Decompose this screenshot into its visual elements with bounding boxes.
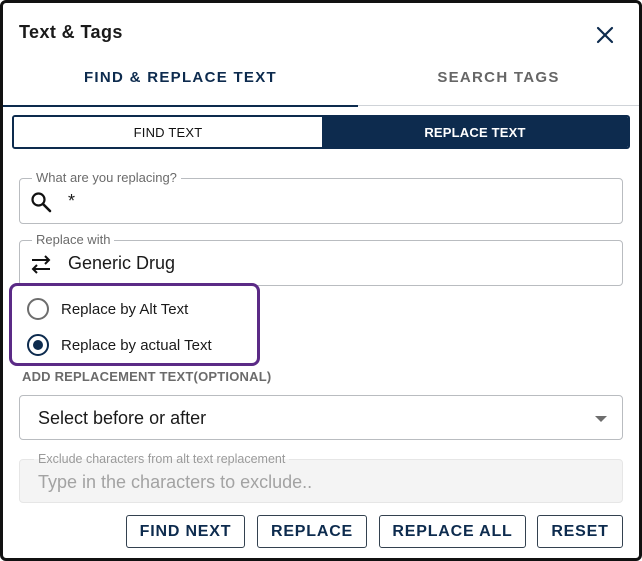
before-after-select[interactable]: Select before or after [19, 395, 623, 440]
close-icon[interactable] [594, 24, 616, 46]
exclude-characters-label: Exclude characters from alt text replace… [34, 452, 290, 466]
swap-arrows-icon [30, 253, 52, 275]
radio-button[interactable] [27, 298, 49, 320]
replace-text-button[interactable]: REPLACE TEXT [322, 117, 628, 147]
search-input-label: What are you replacing? [32, 170, 181, 185]
search-input[interactable]: What are you replacing? * [19, 170, 623, 224]
replace-all-button[interactable]: REPLACE ALL [379, 515, 526, 548]
find-next-button[interactable]: FIND NEXT [126, 515, 245, 548]
tab-bar: FIND & REPLACE TEXT SEARCH TAGS [3, 63, 639, 107]
find-text-button[interactable]: FIND TEXT [14, 117, 322, 147]
radio-button-selected[interactable] [27, 334, 49, 356]
mode-toggle: FIND TEXT REPLACE TEXT [12, 115, 630, 149]
caret-down-icon [595, 416, 607, 422]
tab-search-tags[interactable]: SEARCH TAGS [358, 63, 639, 106]
exclude-characters-input: Exclude characters from alt text replace… [19, 452, 623, 503]
replace-with-input[interactable]: Replace with Generic Drug [19, 232, 623, 286]
text-and-tags-dialog: Text & Tags FIND & REPLACE TEXT SEARCH T… [0, 0, 642, 561]
replace-with-label: Replace with [32, 232, 115, 247]
exclude-characters-placeholder: Type in the characters to exclude.. [38, 472, 313, 492]
tab-find-and-replace-text[interactable]: FIND & REPLACE TEXT [3, 63, 358, 107]
replace-with-value: Generic Drug [68, 253, 176, 273]
replace-options-group: Replace by Alt Text Replace by actual Te… [9, 283, 260, 366]
select-value: Select before or after [38, 408, 207, 428]
radio-label: Replace by Alt Text [61, 300, 189, 318]
radio-label: Replace by actual Text [61, 336, 212, 354]
radio-replace-by-actual-text[interactable]: Replace by actual Text [27, 334, 212, 356]
reset-button[interactable]: RESET [537, 515, 623, 548]
search-icon [30, 191, 52, 213]
radio-replace-by-alt-text[interactable]: Replace by Alt Text [27, 298, 188, 320]
search-input-value: * [68, 191, 76, 211]
dialog-title: Text & Tags [19, 22, 123, 42]
replace-button[interactable]: REPLACE [257, 515, 367, 548]
add-replacement-text-label: ADD REPLACEMENT TEXT(OPTIONAL) [22, 369, 272, 384]
